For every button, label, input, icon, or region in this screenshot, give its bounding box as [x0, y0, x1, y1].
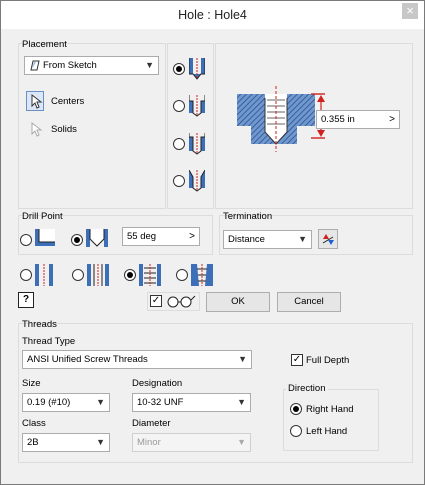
title-bar: Hole : Hole4 × [1, 1, 424, 29]
class-label: Class [22, 418, 46, 429]
help-icon: ? [23, 294, 30, 305]
hole-threaded-icon [139, 264, 161, 286]
thread-option-3-radio[interactable] [124, 269, 136, 281]
class-value: 2B [27, 437, 39, 448]
sketch-icon [29, 60, 40, 71]
solids-button[interactable] [26, 119, 44, 139]
chevron-down-icon: ▼ [237, 397, 246, 407]
diameter-select: Minor ▼ [132, 433, 251, 452]
placement-source-value: From Sketch [43, 60, 97, 71]
countersink-hole-icon [189, 170, 205, 192]
flip-direction-button[interactable] [318, 229, 338, 249]
hole-clearance-icon [35, 264, 53, 286]
centers-label: Centers [51, 96, 85, 107]
chevron-right-icon: > [389, 114, 395, 125]
chevron-down-icon: ▼ [298, 234, 307, 244]
angle-drill-point-icon [86, 229, 108, 247]
glasses-icon [167, 295, 196, 308]
termination-value: Distance [228, 234, 265, 245]
class-select[interactable]: 2B ▼ [22, 433, 110, 452]
cancel-button[interactable]: Cancel [277, 292, 341, 312]
thread-type-select[interactable]: ANSI Unified Screw Threads ▼ [22, 350, 252, 369]
preview-checkbox[interactable]: ✓ [150, 295, 162, 307]
placement-label: Placement [22, 39, 67, 50]
drill-point-angle-input[interactable]: 55 deg > [122, 227, 200, 246]
cursor-arrow-icon [31, 121, 43, 137]
thread-type-value: ANSI Unified Screw Threads [27, 354, 148, 365]
termination-select[interactable]: Distance ▼ [223, 230, 312, 249]
thread-option-1-radio[interactable] [20, 269, 32, 281]
drilled-hole-icon [189, 58, 205, 80]
centers-button[interactable] [26, 91, 44, 111]
hole-taper-threaded-icon [191, 264, 213, 286]
chevron-down-icon: ▼ [96, 437, 105, 447]
close-button[interactable]: × [402, 3, 418, 19]
right-hand-label: Right Hand [306, 404, 354, 415]
right-hand-radio[interactable] [290, 403, 302, 415]
spotface-hole-icon [189, 133, 205, 155]
left-hand-radio[interactable] [290, 425, 302, 437]
dialog-title: Hole : Hole4 [178, 8, 247, 22]
designation-label: Designation [132, 378, 183, 389]
thread-type-label: Thread Type [22, 336, 76, 347]
designation-select[interactable]: 10-32 UNF ▼ [132, 393, 251, 412]
counterbore-hole-icon [189, 95, 205, 117]
placement-source-select[interactable]: From Sketch ▼ [24, 56, 159, 75]
full-depth-checkbox[interactable]: ✓ [291, 354, 303, 366]
size-select[interactable]: 0.19 (#10) ▼ [22, 393, 110, 412]
flip-direction-icon [322, 234, 334, 245]
termination-label: Termination [223, 211, 273, 222]
chevron-right-icon: > [189, 231, 195, 242]
left-hand-label: Left Hand [306, 426, 348, 437]
hole-dialog: Hole : Hole4 × Placement From Sketch ▼ C… [0, 0, 425, 485]
hole-tapped-icon [87, 264, 109, 286]
threads-label: Threads [22, 319, 57, 330]
chevron-down-icon: ▼ [238, 354, 247, 364]
cursor-arrow-icon [31, 93, 43, 109]
full-depth-label: Full Depth [306, 355, 350, 366]
drill-point-angle-value: 55 deg [127, 231, 157, 242]
designation-value: 10-32 UNF [137, 397, 184, 408]
size-value: 0.19 (#10) [27, 397, 71, 408]
chevron-down-icon: ▼ [145, 60, 154, 70]
diameter-value: Minor [137, 437, 161, 448]
diameter-label: Diameter [132, 418, 171, 429]
solids-label: Solids [51, 124, 77, 135]
hole-type-spotface-radio[interactable] [173, 138, 185, 150]
thread-option-4-radio[interactable] [176, 269, 188, 281]
hole-section-preview [237, 86, 325, 152]
hole-type-drilled-radio[interactable] [173, 63, 185, 75]
hole-type-counterbore-radio[interactable] [173, 100, 185, 112]
thread-depth-value: 0.355 in [321, 114, 355, 125]
ok-button[interactable]: OK [206, 292, 270, 312]
drill-point-label: Drill Point [22, 211, 63, 222]
thread-depth-input[interactable]: 0.355 in > [316, 110, 400, 129]
thread-option-2-radio[interactable] [72, 269, 84, 281]
drill-point-flat-radio[interactable] [20, 234, 32, 246]
drill-point-angle-radio[interactable] [71, 234, 83, 246]
size-label: Size [22, 378, 41, 389]
direction-label: Direction [286, 383, 328, 394]
hole-type-countersink-radio[interactable] [173, 175, 185, 187]
help-button[interactable]: ? [18, 292, 34, 308]
chevron-down-icon: ▼ [237, 437, 246, 447]
flat-drill-point-icon [35, 229, 55, 246]
direction-group [283, 389, 379, 451]
chevron-down-icon: ▼ [96, 397, 105, 407]
